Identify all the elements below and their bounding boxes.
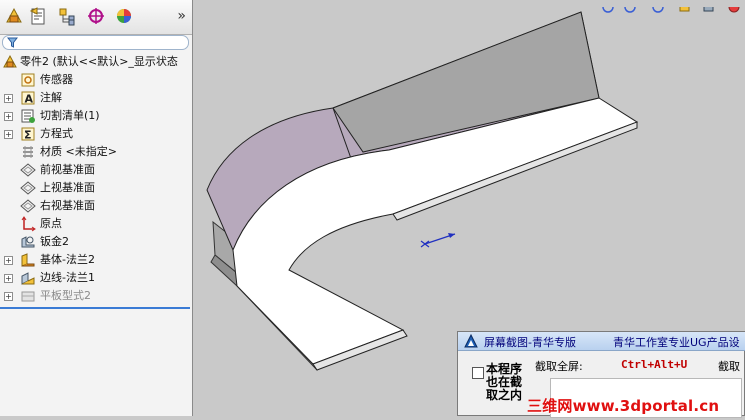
svg-text:A: A (25, 93, 34, 106)
sensor-icon (20, 72, 36, 88)
tree-item-label: 切割清单(1) (40, 109, 100, 122)
expand-toggle[interactable]: + (4, 112, 13, 121)
tree-item-label: 右视基准面 (40, 199, 95, 212)
tree-item-label: 传感器 (40, 73, 73, 86)
expand-toggle[interactable]: + (4, 256, 13, 265)
zoom-to-fit-icon[interactable] (602, 1, 614, 13)
equation-icon: Σ (20, 126, 36, 142)
tree-item-label: 材质 <未指定> (40, 145, 117, 158)
part-icon (2, 54, 18, 70)
property-manager-icon[interactable] (27, 5, 49, 27)
expand-toggle[interactable]: + (4, 130, 13, 139)
expand-toggle[interactable]: + (4, 274, 13, 283)
capture-fullscreen-label: 截取全屏: (535, 360, 583, 373)
previous-view-icon[interactable] (652, 1, 664, 13)
toolbar-more-button[interactable]: » (177, 8, 186, 24)
manager-tabs-toolbar: » (0, 0, 192, 35)
capture-label-2: 截取 (718, 360, 740, 373)
view-orientation-icon[interactable] (703, 2, 714, 12)
tree-item-label: 方程式 (40, 127, 73, 140)
view-toolbar (600, 0, 745, 19)
expand-toggle[interactable]: + (4, 94, 13, 103)
tree-root-label: 零件2 (默认<<默认>_显示状态 (20, 55, 178, 68)
annotation-icon: A (20, 90, 36, 106)
tree-item-equations[interactable]: + Σ 方程式 (0, 125, 190, 143)
section-view-icon[interactable] (679, 2, 690, 12)
configuration-manager-icon[interactable] (56, 5, 78, 27)
material-icon (20, 144, 36, 160)
expand-toggle[interactable]: + (4, 292, 13, 301)
plane-icon (20, 180, 36, 196)
filter-icon[interactable] (7, 37, 18, 48)
display-manager-icon[interactable] (113, 5, 135, 27)
feature-manager-panel: » 零件2 (默认<<默认>_显示状态 传感器 + A 注解 + 切割清单(1)… (0, 0, 193, 416)
feature-manager-icon[interactable] (3, 5, 25, 27)
tree-filter-bar[interactable] (2, 35, 189, 50)
tree-item-edge-flange[interactable]: + 边线-法兰1 (0, 269, 190, 287)
tree-item-sheet-metal[interactable]: 钣金2 (0, 233, 190, 251)
base-flange-icon (20, 252, 36, 268)
tree-item-label: 注解 (40, 91, 62, 104)
tree-item-top-plane[interactable]: 上视基准面 (0, 179, 190, 197)
sheet-metal-icon (20, 234, 36, 250)
site-watermark: 三维网www.3dportal.cn (527, 397, 720, 415)
tree-item-label: 前视基准面 (40, 163, 95, 176)
tree-root[interactable]: 零件2 (默认<<默认>_显示状态 (0, 53, 190, 71)
capture-hotkey: Ctrl+Alt+U (621, 358, 688, 371)
tree-item-label: 基体-法兰2 (40, 253, 95, 266)
display-style-icon[interactable] (728, 1, 740, 13)
tree-item-front-plane[interactable]: 前视基准面 (0, 161, 190, 179)
edge-flange-icon (20, 270, 36, 286)
origin-icon (20, 216, 36, 232)
popup-subtitle: 青华工作室专业UG产品设 (613, 336, 740, 349)
include-self-checkbox[interactable] (472, 367, 484, 379)
tree-item-label: 边线-法兰1 (40, 271, 95, 284)
include-self-label: 本程序也在截取之内 (486, 362, 523, 402)
tree-item-cut-list[interactable]: + 切割清单(1) (0, 107, 190, 125)
plane-icon (20, 198, 36, 214)
dimxpert-icon[interactable] (85, 5, 107, 27)
tree-item-sensors[interactable]: 传感器 (0, 71, 190, 89)
svg-text:Σ: Σ (24, 129, 32, 142)
tree-item-label: 平板型式2 (40, 289, 91, 302)
popup-title-bar[interactable]: 屏幕截图-青华专版 青华工作室专业UG产品设 (458, 332, 745, 351)
zoom-area-icon[interactable] (624, 1, 636, 13)
origin-marker (420, 233, 456, 248)
tree-item-base-flange[interactable]: + 基体-法兰2 (0, 251, 190, 269)
plane-icon (20, 162, 36, 178)
app-logo-icon (464, 334, 478, 348)
tree-item-material[interactable]: 材质 <未指定> (0, 143, 190, 161)
flat-pattern-icon (20, 288, 36, 304)
tree-item-label: 原点 (40, 217, 62, 230)
tree-item-label: 钣金2 (40, 235, 69, 248)
tree-rollback-bar[interactable] (0, 307, 190, 309)
tree-item-right-plane[interactable]: 右视基准面 (0, 197, 190, 215)
tree-item-label: 上视基准面 (40, 181, 95, 194)
tree-item-annotations[interactable]: + A 注解 (0, 89, 190, 107)
popup-title: 屏幕截图-青华专版 (484, 336, 576, 349)
tree-item-origin[interactable]: 原点 (0, 215, 190, 233)
tree-item-flat-pattern[interactable]: + 平板型式2 (0, 287, 190, 305)
cut-list-icon (20, 108, 36, 124)
